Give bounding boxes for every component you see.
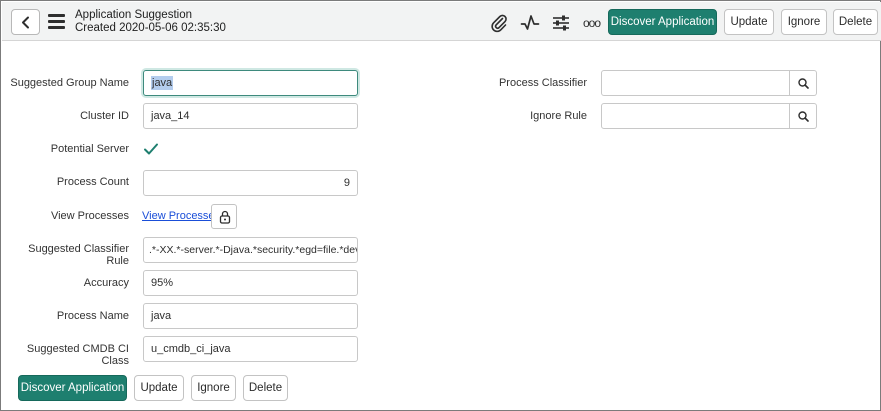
process-name-label: Process Name: [56, 310, 129, 322]
potential-server-label: Potential Server: [50, 143, 129, 155]
hamburger-menu-icon[interactable]: [48, 14, 65, 29]
more-options-icon[interactable]: ooo: [583, 13, 603, 33]
update-button[interactable]: Update: [724, 9, 774, 35]
suggested-cmdb-ci-class-input[interactable]: u_cmdb_ci_java: [143, 336, 358, 362]
process-name-input[interactable]: java: [143, 303, 358, 329]
process-classifier-input[interactable]: [601, 70, 790, 96]
suggested-classifier-rule-label: Suggested Classifier Rule: [28, 243, 129, 267]
potential-server-checkbox[interactable]: [143, 141, 159, 157]
form-header: Application Suggestion Created 2020-05-0…: [2, 2, 881, 41]
cluster-id-input[interactable]: java_14: [143, 103, 358, 129]
footer-discover-application-button[interactable]: Discover Application: [18, 375, 127, 401]
view-processes-label: View Processes: [50, 210, 129, 222]
ignore-rule-lookup-button[interactable]: [790, 103, 817, 129]
accuracy-input[interactable]: 95%: [143, 270, 358, 296]
suggested-group-name-label: Suggested Group Name: [10, 77, 129, 89]
accuracy-label: Accuracy: [83, 277, 129, 289]
process-classifier-label: Process Classifier: [498, 77, 587, 89]
footer-delete-button[interactable]: Delete: [243, 375, 288, 401]
chevron-left-icon: [22, 16, 29, 29]
suggested-cmdb-ci-class-label: Suggested CMDB CI Class: [26, 343, 129, 367]
view-processes-link[interactable]: View Processes: [142, 210, 220, 222]
title-block: Application Suggestion Created 2020-05-0…: [75, 9, 226, 35]
discover-application-button[interactable]: Discover Application: [608, 9, 717, 35]
back-button[interactable]: [11, 9, 40, 35]
paperclip-icon[interactable]: [489, 13, 509, 33]
ignore-rule-label: Ignore Rule: [530, 110, 587, 122]
process-count-label: Process Count: [56, 176, 129, 188]
suggested-classifier-rule-input[interactable]: .*-XX.*-server.*-Djava.*security.*egd=fi…: [143, 237, 358, 263]
cluster-id-label: Cluster ID: [80, 110, 129, 122]
ignore-button[interactable]: Ignore: [781, 9, 827, 35]
activity-icon[interactable]: [520, 13, 540, 33]
delete-button[interactable]: Delete: [833, 9, 878, 35]
footer-update-button[interactable]: Update: [134, 375, 184, 401]
search-icon: [798, 78, 809, 89]
search-icon: [798, 111, 809, 122]
page-title: Application Suggestion: [75, 9, 192, 21]
unlock-button[interactable]: [211, 204, 237, 229]
sliders-icon[interactable]: [551, 13, 571, 33]
lock-icon: [219, 210, 231, 224]
ignore-rule-input[interactable]: [601, 103, 790, 129]
process-classifier-lookup-button[interactable]: [790, 70, 817, 96]
footer-ignore-button[interactable]: Ignore: [191, 375, 236, 401]
process-count-input[interactable]: 9: [143, 170, 358, 196]
checkmark-icon: [144, 143, 158, 155]
created-timestamp: Created 2020-05-06 02:35:30: [75, 22, 226, 34]
suggested-group-name-value: java: [151, 76, 174, 90]
app-window: Application Suggestion Created 2020-05-0…: [0, 0, 881, 411]
suggested-group-name-input[interactable]: java: [143, 70, 358, 96]
